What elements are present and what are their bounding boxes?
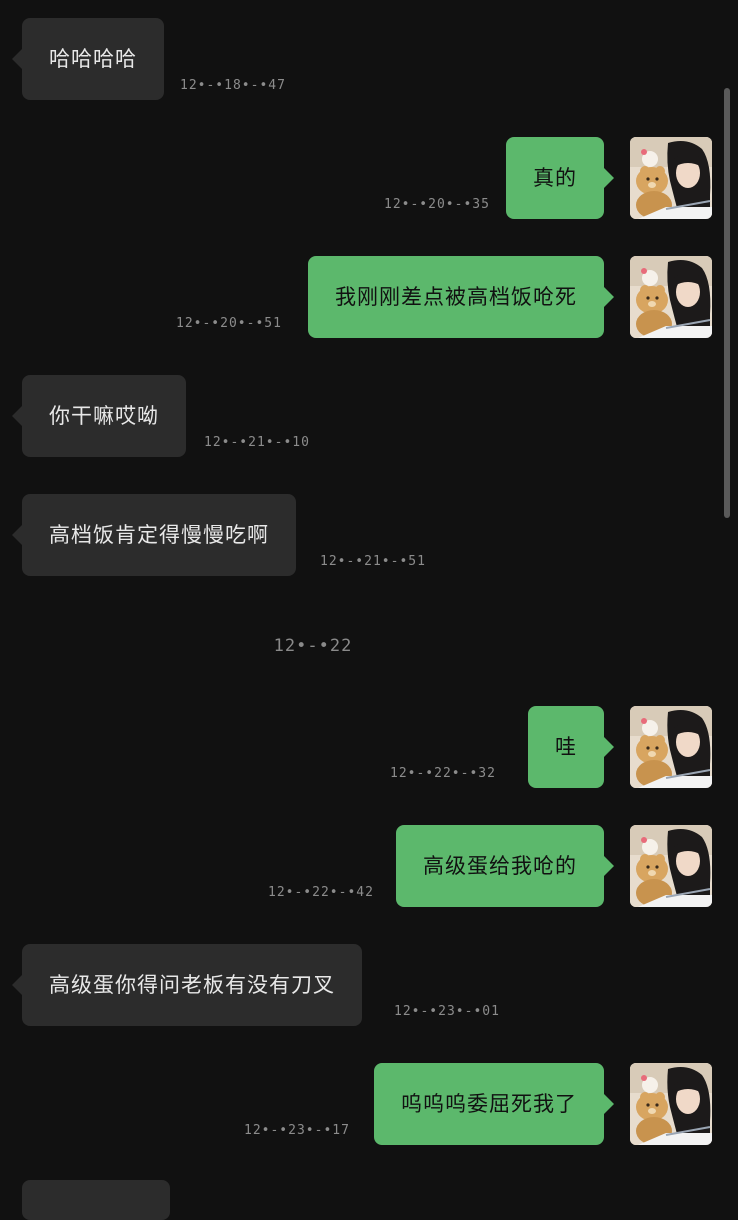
avatar-photo-icon <box>630 825 712 907</box>
time-divider: 12•-•22 <box>273 636 353 656</box>
message-timestamp: 12•-•20•-•35 <box>384 197 490 212</box>
scrollbar[interactable] <box>724 88 730 518</box>
message-timestamp: 12•-•23•-•17 <box>244 1123 350 1138</box>
message-bubble[interactable]: 呜呜呜委屈死我了 <box>374 1063 614 1145</box>
message-timestamp: 12•-•22•-•42 <box>268 885 374 900</box>
message-timestamp: 12•-•20•-•51 <box>176 316 282 331</box>
message-bubble[interactable]: 高级蛋给我呛的 <box>396 825 614 907</box>
avatar-photo-icon <box>630 137 712 219</box>
message-bubble[interactable]: 高档饭肯定得慢慢吃啊 <box>12 494 296 576</box>
chat-view[interactable]: 哈哈哈哈 12•-•18•-•47 12•-•20•-•35 真的 12•-•2… <box>0 0 738 1220</box>
user-avatar[interactable] <box>630 1063 712 1145</box>
user-avatar[interactable] <box>630 137 712 219</box>
avatar-photo-icon <box>630 706 712 788</box>
message-timestamp: 12•-•21•-•51 <box>320 554 426 569</box>
message-bubble[interactable]: 高级蛋你得问老板有没有刀叉 <box>12 944 362 1026</box>
avatar-photo-icon <box>630 1063 712 1145</box>
avatar-photo-icon <box>630 256 712 338</box>
message-bubble[interactable]: 哈哈哈哈 <box>12 18 164 100</box>
user-avatar[interactable] <box>630 256 712 338</box>
message-timestamp: 12•-•22•-•32 <box>390 766 496 781</box>
message-bubble[interactable]: 我刚刚差点被高档饭呛死 <box>308 256 614 338</box>
message-timestamp: 12•-•23•-•01 <box>394 1004 500 1019</box>
message-bubble-partial[interactable] <box>22 1180 170 1220</box>
message-bubble[interactable]: 你干嘛哎呦 <box>12 375 186 457</box>
user-avatar[interactable] <box>630 825 712 907</box>
message-bubble[interactable]: 真的 <box>506 137 614 219</box>
message-bubble[interactable]: 哇 <box>528 706 614 788</box>
message-timestamp: 12•-•21•-•10 <box>204 435 310 450</box>
message-timestamp: 12•-•18•-•47 <box>180 78 286 93</box>
user-avatar[interactable] <box>630 706 712 788</box>
